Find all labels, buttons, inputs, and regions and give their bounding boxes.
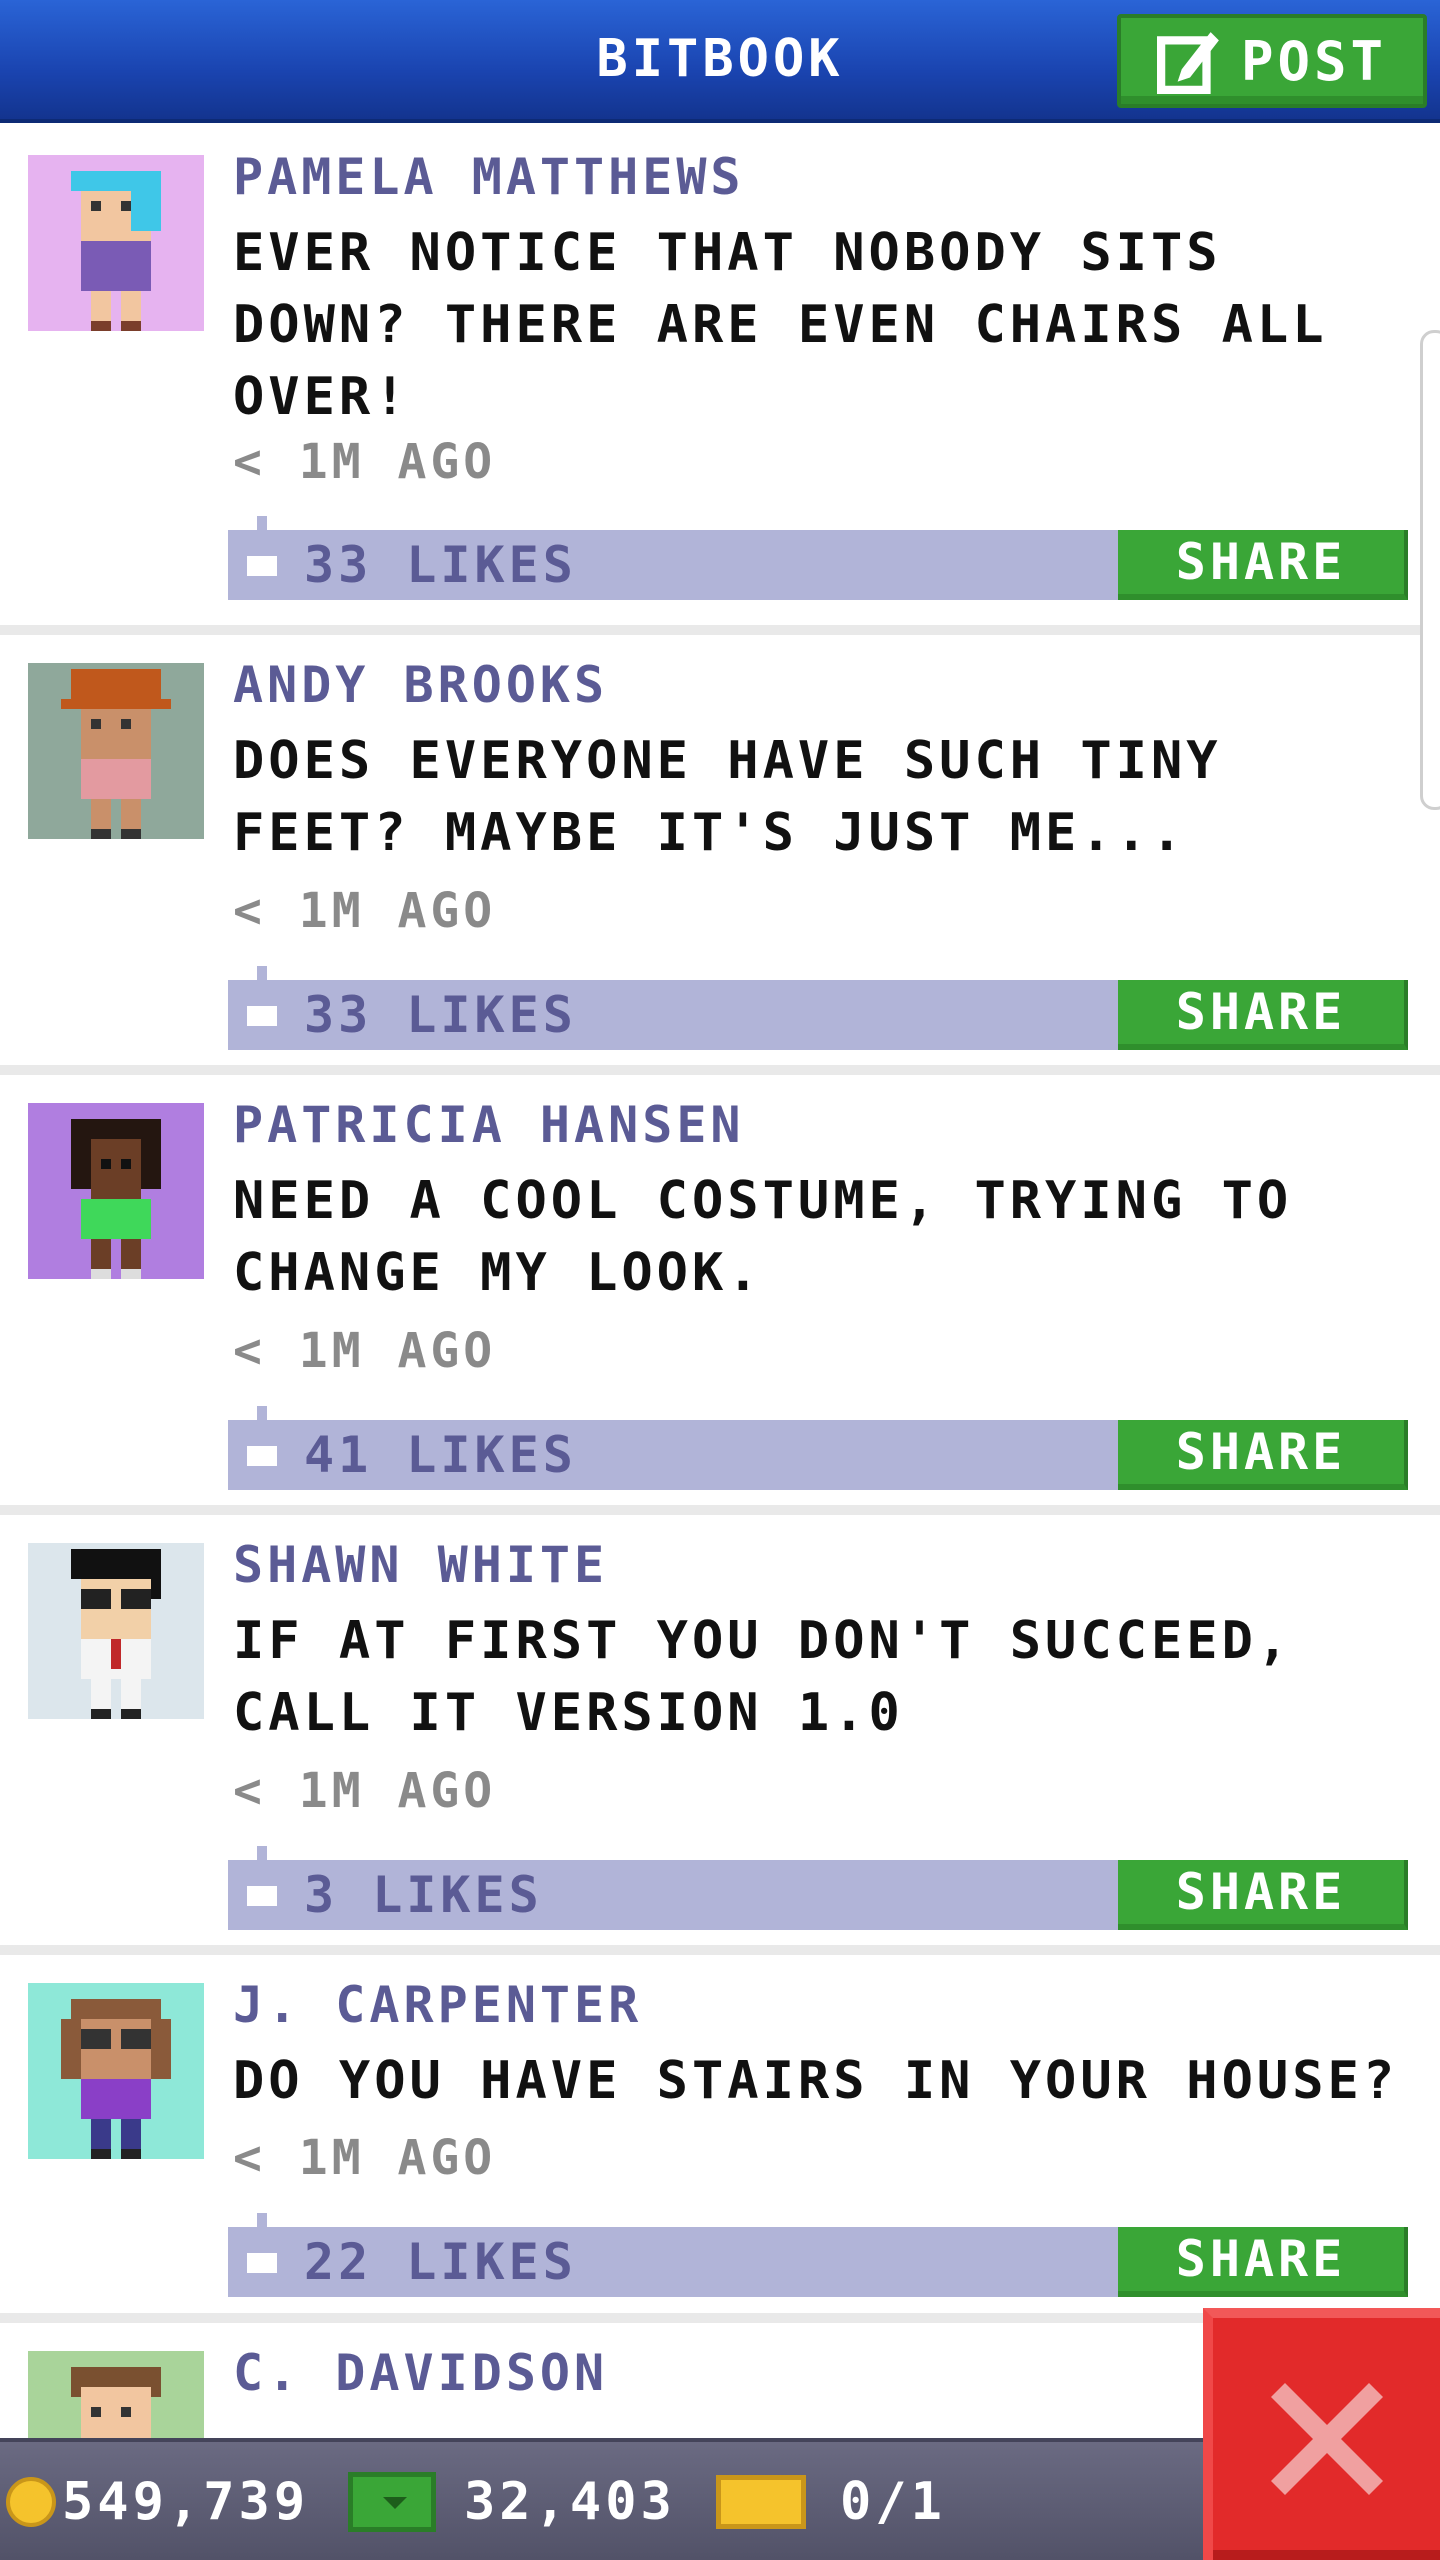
post-text: EVER NOTICE THAT NOBODY SITS DOWN? THERE…	[233, 223, 1328, 427]
post-time: < 1M AGO	[233, 2130, 497, 2186]
ticket-icon	[716, 2475, 806, 2529]
post-text: NEED A COOL COSTUME, TRYING TO CHANGE MY…	[233, 1171, 1293, 1303]
like-bar: 33 LIKES SHARE	[228, 516, 1408, 600]
avatar[interactable]	[28, 1543, 204, 1719]
post-author[interactable]: PATRICIA HANSEN	[233, 1093, 745, 1157]
post-author[interactable]: J. CARPENTER	[233, 1973, 642, 2037]
post-time: < 1M AGO	[233, 434, 497, 490]
post-author[interactable]: ANDY BROOKS	[233, 653, 608, 717]
coins-value: 549,739	[62, 2472, 310, 2532]
like-count: 33 LIKES	[304, 986, 577, 1044]
like-bar: 22 LIKES SHARE	[228, 2213, 1408, 2297]
post-text: DO YOU HAVE STAIRS IN YOUR HOUSE?	[233, 2051, 1399, 2111]
post-button[interactable]: POST	[1117, 14, 1427, 108]
avatar[interactable]	[28, 663, 204, 839]
feed-post: PAMELA MATTHEWS EVER NOTICE THAT NOBODY …	[0, 127, 1440, 635]
thumbs-up-icon[interactable]	[242, 966, 282, 1036]
feed-post: PATRICIA HANSEN NEED A COOL COSTUME, TRY…	[0, 1075, 1440, 1515]
like-count: 3 LIKES	[304, 1866, 543, 1924]
coin-icon	[6, 2477, 56, 2527]
thumbs-up-icon[interactable]	[242, 516, 282, 586]
thumbs-up-icon[interactable]	[242, 1406, 282, 1476]
post-time: < 1M AGO	[233, 1763, 497, 1819]
like-bar: 33 LIKES SHARE	[228, 966, 1408, 1050]
post-author[interactable]: PAMELA MATTHEWS	[233, 145, 745, 209]
thumbs-up-icon[interactable]	[242, 2213, 282, 2283]
bitbook-feed[interactable]: PAMELA MATTHEWS EVER NOTICE THAT NOBODY …	[0, 127, 1440, 2560]
cash-value: 32,403	[464, 2472, 676, 2532]
thumbs-up-icon[interactable]	[242, 1846, 282, 1916]
share-button[interactable]: SHARE	[1118, 530, 1408, 600]
like-count: 33 LIKES	[304, 536, 577, 594]
edit-icon	[1156, 32, 1219, 94]
like-bar: 41 LIKES SHARE	[228, 1406, 1408, 1490]
cash-icon	[348, 2472, 436, 2532]
share-button[interactable]: SHARE	[1118, 1860, 1408, 1930]
share-button[interactable]: SHARE	[1118, 2227, 1408, 2297]
coins-stat: 549,739	[6, 2470, 309, 2534]
like-count: 41 LIKES	[304, 1426, 577, 1484]
feed-post: J. CARPENTER DO YOU HAVE STAIRS IN YOUR …	[0, 1955, 1440, 2323]
share-button[interactable]: SHARE	[1118, 1420, 1408, 1490]
post-time: < 1M AGO	[233, 1323, 497, 1379]
side-drawer-handle[interactable]	[1420, 330, 1440, 810]
tickets-value: 0/1	[840, 2472, 946, 2532]
post-text: DOES EVERYONE HAVE SUCH TINY FEET? MAYBE…	[233, 731, 1222, 863]
avatar[interactable]	[28, 1983, 204, 2159]
avatar[interactable]	[28, 1103, 204, 1279]
close-icon	[1270, 2383, 1383, 2495]
share-button[interactable]: SHARE	[1118, 980, 1408, 1050]
like-bar: 3 LIKES SHARE	[228, 1846, 1408, 1930]
feed-post: SHAWN WHITE IF AT FIRST YOU DON'T SUCCEE…	[0, 1515, 1440, 1955]
tickets-stat: 0/1	[716, 2470, 946, 2534]
post-button-label: POST	[1240, 29, 1388, 93]
post-text: IF AT FIRST YOU DON'T SUCCEED, CALL IT V…	[233, 1611, 1293, 1743]
post-time: < 1M AGO	[233, 883, 497, 939]
like-count: 22 LIKES	[304, 2233, 577, 2291]
post-author[interactable]: SHAWN WHITE	[233, 1533, 608, 1597]
feed-post: ANDY BROOKS DOES EVERYONE HAVE SUCH TINY…	[0, 635, 1440, 1075]
close-button[interactable]	[1203, 2308, 1440, 2560]
avatar[interactable]	[28, 155, 204, 331]
top-bar: BITBOOK POST	[0, 0, 1440, 123]
post-author[interactable]: C. DAVIDSON	[233, 2341, 608, 2405]
cash-stat: 32,403	[348, 2470, 676, 2534]
